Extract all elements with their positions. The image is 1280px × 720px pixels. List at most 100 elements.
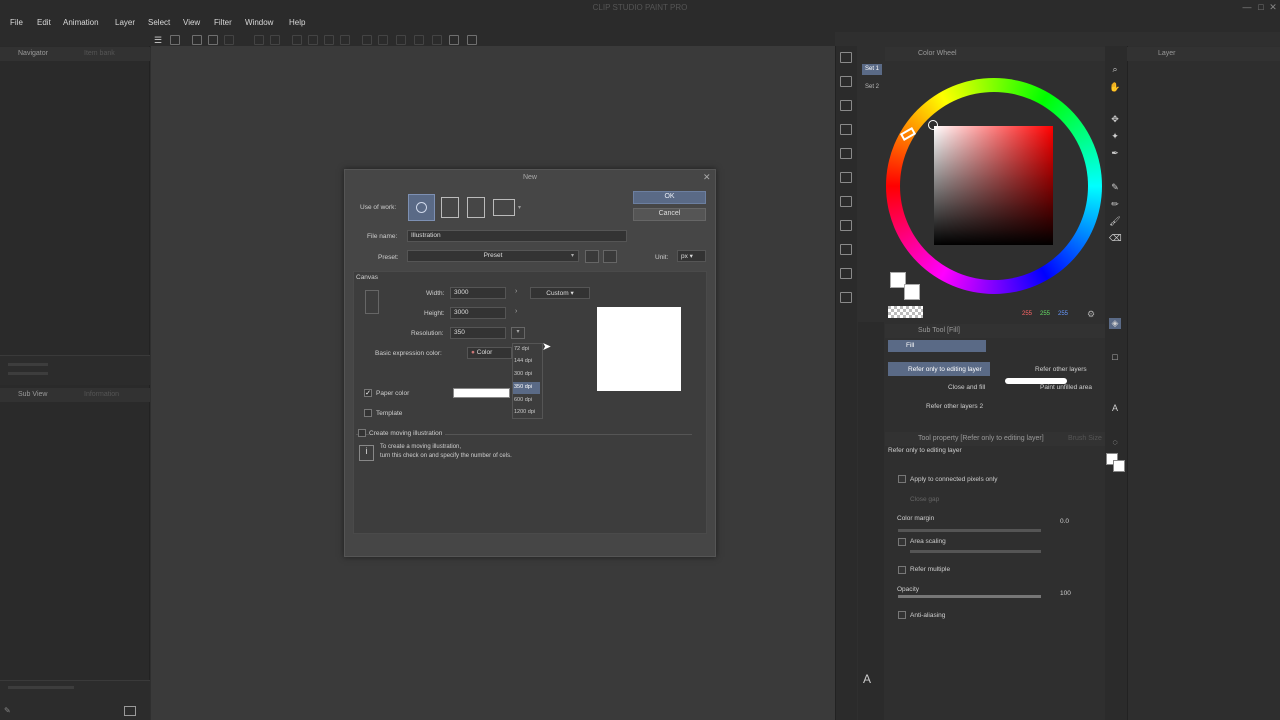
file-name-input[interactable]: Illustration [407, 230, 627, 242]
pen-tool-icon[interactable]: ✎ [1109, 182, 1121, 193]
saturation-brightness-square[interactable] [934, 126, 1053, 245]
area-scaling-slider[interactable] [910, 550, 1041, 553]
menu-file[interactable]: File [10, 18, 23, 27]
expand-icon[interactable] [414, 35, 424, 45]
zoom-tool-icon[interactable]: ⌕ [1109, 64, 1121, 75]
width-input[interactable]: 3000 [450, 287, 506, 299]
sub-tool-tab[interactable]: Sub Tool [Fill] [918, 327, 960, 339]
dpi-option[interactable]: 1200 dpi [513, 407, 540, 419]
shrink-icon[interactable] [432, 35, 442, 45]
hand-tool-icon[interactable]: ✋ [1109, 82, 1121, 93]
register-preset-icon[interactable] [585, 250, 599, 263]
fill-selection-icon[interactable] [840, 220, 852, 231]
area-scaling-checkbox[interactable] [898, 538, 906, 546]
basic-color-select[interactable]: ● Color [467, 347, 512, 359]
sub-color-swatch[interactable] [904, 284, 920, 300]
dpi-option[interactable]: 300 dpi [513, 369, 540, 381]
navigator-tab[interactable]: Navigator [18, 50, 48, 62]
figure-tool-icon[interactable]: □ [1109, 352, 1121, 363]
lasso-icon[interactable]: ◌ [1109, 437, 1121, 448]
color-picker-indicator[interactable] [928, 120, 938, 130]
brush-size-tab[interactable]: Brush Size [1068, 435, 1102, 447]
cut-icon[interactable] [840, 100, 852, 111]
open-file-icon[interactable] [208, 35, 218, 45]
selection-tool-icon[interactable]: ✦ [1109, 131, 1121, 142]
redo-icon[interactable] [270, 35, 280, 45]
preset-select[interactable]: Preset [407, 250, 579, 262]
menu-help[interactable]: Help [289, 18, 305, 27]
menu-edit[interactable]: Edit [37, 18, 51, 27]
color-margin-value[interactable]: 0.0 [1060, 518, 1069, 525]
paste-icon[interactable] [840, 124, 852, 135]
delete-preset-icon[interactable] [603, 250, 617, 263]
ruler-icon[interactable] [449, 35, 459, 45]
layer-mask-icon[interactable] [840, 292, 852, 303]
eraser-tool-icon[interactable]: ⌫ [1109, 233, 1122, 244]
text-tool-icon[interactable]: A [863, 672, 871, 686]
delete-icon[interactable] [840, 52, 852, 63]
brush-tool-icon[interactable]: 🖌 [1109, 216, 1121, 227]
color-margin-slider[interactable] [898, 529, 1041, 532]
settings-icon[interactable]: ⚙ [1087, 309, 1095, 320]
sub-color-tool-swatch[interactable] [1113, 460, 1125, 472]
color-wheel-tab[interactable]: Color Wheel [918, 50, 957, 62]
color-set-1-tab[interactable]: Set 1 [862, 64, 882, 75]
information-tab[interactable]: Information [84, 391, 119, 403]
dpi-option[interactable]: 144 dpi [513, 356, 540, 368]
edit-icon[interactable] [467, 35, 477, 45]
refer-multiple-checkbox[interactable] [898, 566, 906, 574]
opacity-value[interactable]: 100 [1060, 590, 1071, 597]
item-bank-tab[interactable]: Item bank [84, 50, 115, 62]
dialog-close-icon[interactable]: ✕ [703, 172, 711, 183]
import-image-icon[interactable] [124, 706, 136, 716]
crop-icon[interactable] [378, 35, 388, 45]
transparent-color-swatch[interactable] [888, 306, 923, 318]
pencil-tool-icon[interactable]: ✏ [1109, 199, 1121, 210]
transform-icon[interactable] [308, 35, 318, 45]
print-comic-type-icon[interactable] [467, 197, 485, 218]
cancel-button[interactable]: Cancel [633, 208, 706, 221]
scale-icon[interactable] [840, 196, 852, 207]
minimize-button[interactable]: — [1240, 2, 1254, 12]
paper-color-checkbox[interactable]: ✓ [364, 389, 372, 397]
fill-group-tab[interactable]: Fill [888, 340, 986, 352]
view-icon[interactable] [170, 35, 180, 45]
menu-layer[interactable]: Layer [115, 18, 135, 27]
resolution-dropdown-icon[interactable]: ▾ [511, 327, 525, 339]
swap-dimensions-icon[interactable] [365, 290, 379, 314]
deselect-icon[interactable] [340, 35, 350, 45]
height-arrow-icon[interactable]: › [515, 308, 517, 315]
moving-illustration-checkbox[interactable] [358, 429, 366, 437]
menu-view[interactable]: View [183, 18, 200, 27]
connected-pixels-checkbox[interactable] [898, 475, 906, 483]
size-preset-select[interactable]: Custom ▾ [530, 287, 590, 299]
selection-icon[interactable] [362, 35, 372, 45]
copy-icon[interactable] [840, 76, 852, 87]
zoom-slider[interactable] [8, 363, 48, 366]
fill-tool-icon[interactable]: ◈ [1109, 318, 1121, 329]
undo-icon[interactable] [254, 35, 264, 45]
new-layer-icon[interactable] [840, 244, 852, 255]
type-dropdown-icon[interactable]: ▾ [518, 204, 521, 211]
new-file-icon[interactable] [192, 35, 202, 45]
paper-color-swatch[interactable] [453, 388, 510, 398]
eyedropper-tool-icon[interactable]: ✒ [1109, 148, 1121, 159]
fill-icon[interactable] [324, 35, 334, 45]
sub-view-tab[interactable]: Sub View [18, 391, 47, 403]
menu-select[interactable]: Select [148, 18, 170, 27]
dpi-option-selected[interactable]: 350 dpi [513, 382, 540, 394]
eyedropper-icon[interactable]: ✎ [4, 706, 11, 715]
rotate-icon[interactable] [840, 172, 852, 183]
menu-window[interactable]: Window [245, 18, 273, 27]
tool-property-tab[interactable]: Tool property [Refer only to editing lay… [918, 435, 1044, 447]
close-window-button[interactable]: ✕ [1266, 2, 1280, 13]
template-checkbox[interactable] [364, 409, 372, 417]
unit-select[interactable]: px ▾ [677, 250, 706, 262]
height-input[interactable]: 3000 [450, 307, 506, 319]
menu-filter[interactable]: Filter [214, 18, 232, 27]
illustration-type-button[interactable] [408, 194, 435, 221]
anti-aliasing-checkbox[interactable] [898, 611, 906, 619]
resolution-input[interactable]: 350 [450, 327, 506, 339]
clear-icon[interactable] [292, 35, 302, 45]
move-tool-icon[interactable]: ✥ [1109, 114, 1121, 125]
